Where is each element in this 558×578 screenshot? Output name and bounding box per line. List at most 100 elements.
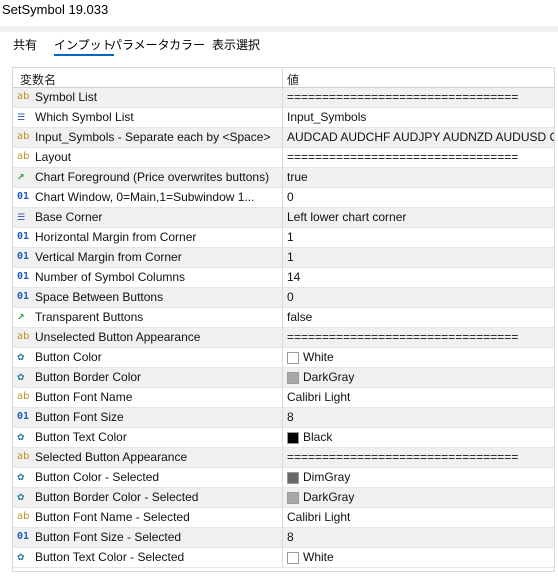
color-palette-icon: ✿ xyxy=(17,472,25,482)
value-cell[interactable]: DimGray xyxy=(284,468,554,487)
value-cell[interactable]: Calibri Light xyxy=(284,388,554,407)
tab-parameters[interactable]: パラメータ xyxy=(110,36,170,56)
variable-value: Calibri Light xyxy=(287,510,351,524)
table-row[interactable]: ☰ Which Symbol List Input_Symbols xyxy=(13,108,554,128)
variable-cell: ab Button Font Name - Selected xyxy=(13,508,283,527)
table-row[interactable]: ab Selected Button Appearance ============… xyxy=(13,448,554,468)
variable-cell: ✿ Button Border Color xyxy=(13,368,283,387)
variable-value: false xyxy=(287,310,313,324)
table-row[interactable]: 01 Chart Window, 0=Main,1=Subwindow 1... 0 xyxy=(13,188,554,208)
value-cell[interactable]: DarkGray xyxy=(284,368,554,387)
table-row[interactable]: ✿ Button Text Color Black xyxy=(13,428,554,448)
variable-cell: ab Button Font Name xyxy=(13,388,283,407)
variable-cell: 01 Button Font Size xyxy=(13,408,283,427)
variable-value: ================================= xyxy=(287,330,519,344)
value-cell[interactable]: DarkGray xyxy=(284,488,554,507)
variable-cell: ab Selected Button Appearance xyxy=(13,448,283,467)
value-cell[interactable]: AUDCAD AUDCHF AUDJPY AUDNZD AUDUSD C... xyxy=(284,128,554,147)
variable-cell: 01 Vertical Margin from Corner xyxy=(13,248,283,267)
table-row[interactable]: 01 Button Font Size 8 xyxy=(13,408,554,428)
variable-value: ================================= xyxy=(287,450,519,464)
value-cell[interactable]: ================================= xyxy=(284,88,554,107)
variable-value: 0 xyxy=(287,190,294,204)
tab-colors[interactable]: カラー xyxy=(169,36,205,56)
table-row[interactable]: 01 Button Font Size - Selected 8 xyxy=(13,528,554,548)
value-cell[interactable]: Calibri Light xyxy=(284,508,554,527)
value-cell[interactable]: 8 xyxy=(284,528,554,547)
value-cell[interactable]: White xyxy=(284,548,554,567)
table-row[interactable]: 01 Space Between Buttons 0 xyxy=(13,288,554,308)
table-row[interactable]: ✿ Button Border Color - Selected DarkGray xyxy=(13,488,554,508)
variable-value: 14 xyxy=(287,270,301,284)
color-swatch[interactable] xyxy=(287,472,299,484)
tab-common[interactable]: 共有 xyxy=(13,36,37,56)
value-cell[interactable]: 0 xyxy=(284,188,554,207)
header-variable-label: 変数名 xyxy=(20,73,57,87)
color-swatch[interactable] xyxy=(287,352,299,364)
table-row[interactable]: ☰ Base Corner Left lower chart corner xyxy=(13,208,554,228)
color-palette-icon: ✿ xyxy=(17,352,25,362)
table-row[interactable]: ↗ Chart Foreground (Price overwrites butt… xyxy=(13,168,554,188)
table-row[interactable]: ab Input_Symbols - Separate each by <Spac… xyxy=(13,128,554,148)
table-row[interactable]: ab Unselected Button Appearance ==========… xyxy=(13,328,554,348)
table-row[interactable]: ✿ Button Color White xyxy=(13,348,554,368)
variable-name: Button Font Size - Selected xyxy=(35,530,182,544)
variable-value: 1 xyxy=(287,230,294,244)
value-cell[interactable]: Left lower chart corner xyxy=(284,208,554,227)
table-row[interactable]: ✿ Button Border Color DarkGray xyxy=(13,368,554,388)
variable-name: Unselected Button Appearance xyxy=(35,330,201,344)
value-cell[interactable]: 8 xyxy=(284,408,554,427)
value-cell[interactable]: 1 xyxy=(284,248,554,267)
variable-name: Button Color - Selected xyxy=(35,470,160,484)
table-row[interactable]: ab Button Font Name Calibri Light xyxy=(13,388,554,408)
table-row[interactable]: 01 Vertical Margin from Corner 1 xyxy=(13,248,554,268)
integer-icon: 01 xyxy=(17,251,30,262)
variable-cell: 01 Button Font Size - Selected xyxy=(13,528,283,547)
integer-icon: 01 xyxy=(17,231,30,242)
header-variable[interactable]: 変数名 xyxy=(13,68,283,87)
table-row[interactable]: ab Button Font Name - Selected Calibri Lig… xyxy=(13,508,554,528)
value-cell[interactable]: false xyxy=(284,308,554,327)
value-cell[interactable]: White xyxy=(284,348,554,367)
variable-cell: ✿ Button Color xyxy=(13,348,283,367)
value-cell[interactable]: true xyxy=(284,168,554,187)
variable-name: Button Border Color - Selected xyxy=(35,490,199,504)
variable-value: White xyxy=(303,550,334,564)
variable-value: ================================= xyxy=(287,90,519,104)
variable-name: Input_Symbols - Separate each by <Space> xyxy=(35,130,271,144)
variable-name: Base Corner xyxy=(35,210,103,224)
color-palette-icon: ✿ xyxy=(17,432,25,442)
color-swatch[interactable] xyxy=(287,372,299,384)
value-cell[interactable]: Input_Symbols xyxy=(284,108,554,127)
value-cell[interactable]: ================================= xyxy=(284,448,554,467)
header-value[interactable]: 値 xyxy=(284,68,554,87)
value-cell[interactable]: ================================= xyxy=(284,328,554,347)
table-row[interactable]: ✿ Button Text Color - Selected White xyxy=(13,548,554,568)
color-swatch[interactable] xyxy=(287,432,299,444)
window-title: SetSymbol 19.033 xyxy=(2,2,109,17)
variable-value: DarkGray xyxy=(303,490,355,504)
color-swatch[interactable] xyxy=(287,492,299,504)
variable-value: true xyxy=(287,170,308,184)
value-cell[interactable]: 1 xyxy=(284,228,554,247)
tab-inputs[interactable]: インプット xyxy=(54,36,114,56)
table-row[interactable]: ✿ Button Color - Selected DimGray xyxy=(13,468,554,488)
variable-cell: ↗ Transparent Buttons xyxy=(13,308,283,327)
variable-value: DimGray xyxy=(303,470,351,484)
variable-name: Chart Foreground (Price overwrites butto… xyxy=(35,170,270,184)
table-row[interactable]: 01 Number of Symbol Columns 14 xyxy=(13,268,554,288)
value-cell[interactable]: 0 xyxy=(284,288,554,307)
value-cell[interactable]: Black xyxy=(284,428,554,447)
table-row[interactable]: ↗ Transparent Buttons false xyxy=(13,308,554,328)
table-row[interactable]: ab Layout ================================… xyxy=(13,148,554,168)
variable-value: ================================= xyxy=(287,150,519,164)
color-swatch[interactable] xyxy=(287,552,299,564)
table-row[interactable]: 01 Horizontal Margin from Corner 1 xyxy=(13,228,554,248)
table-row[interactable]: ab Symbol List ===========================… xyxy=(13,88,554,108)
value-cell[interactable]: 14 xyxy=(284,268,554,287)
variable-name: Layout xyxy=(35,150,72,164)
value-cell[interactable]: ================================= xyxy=(284,148,554,167)
variable-name: Which Symbol List xyxy=(35,110,134,124)
tab-visualization[interactable]: 表示選択 xyxy=(212,36,260,56)
variable-name: Horizontal Margin from Corner xyxy=(35,230,197,244)
